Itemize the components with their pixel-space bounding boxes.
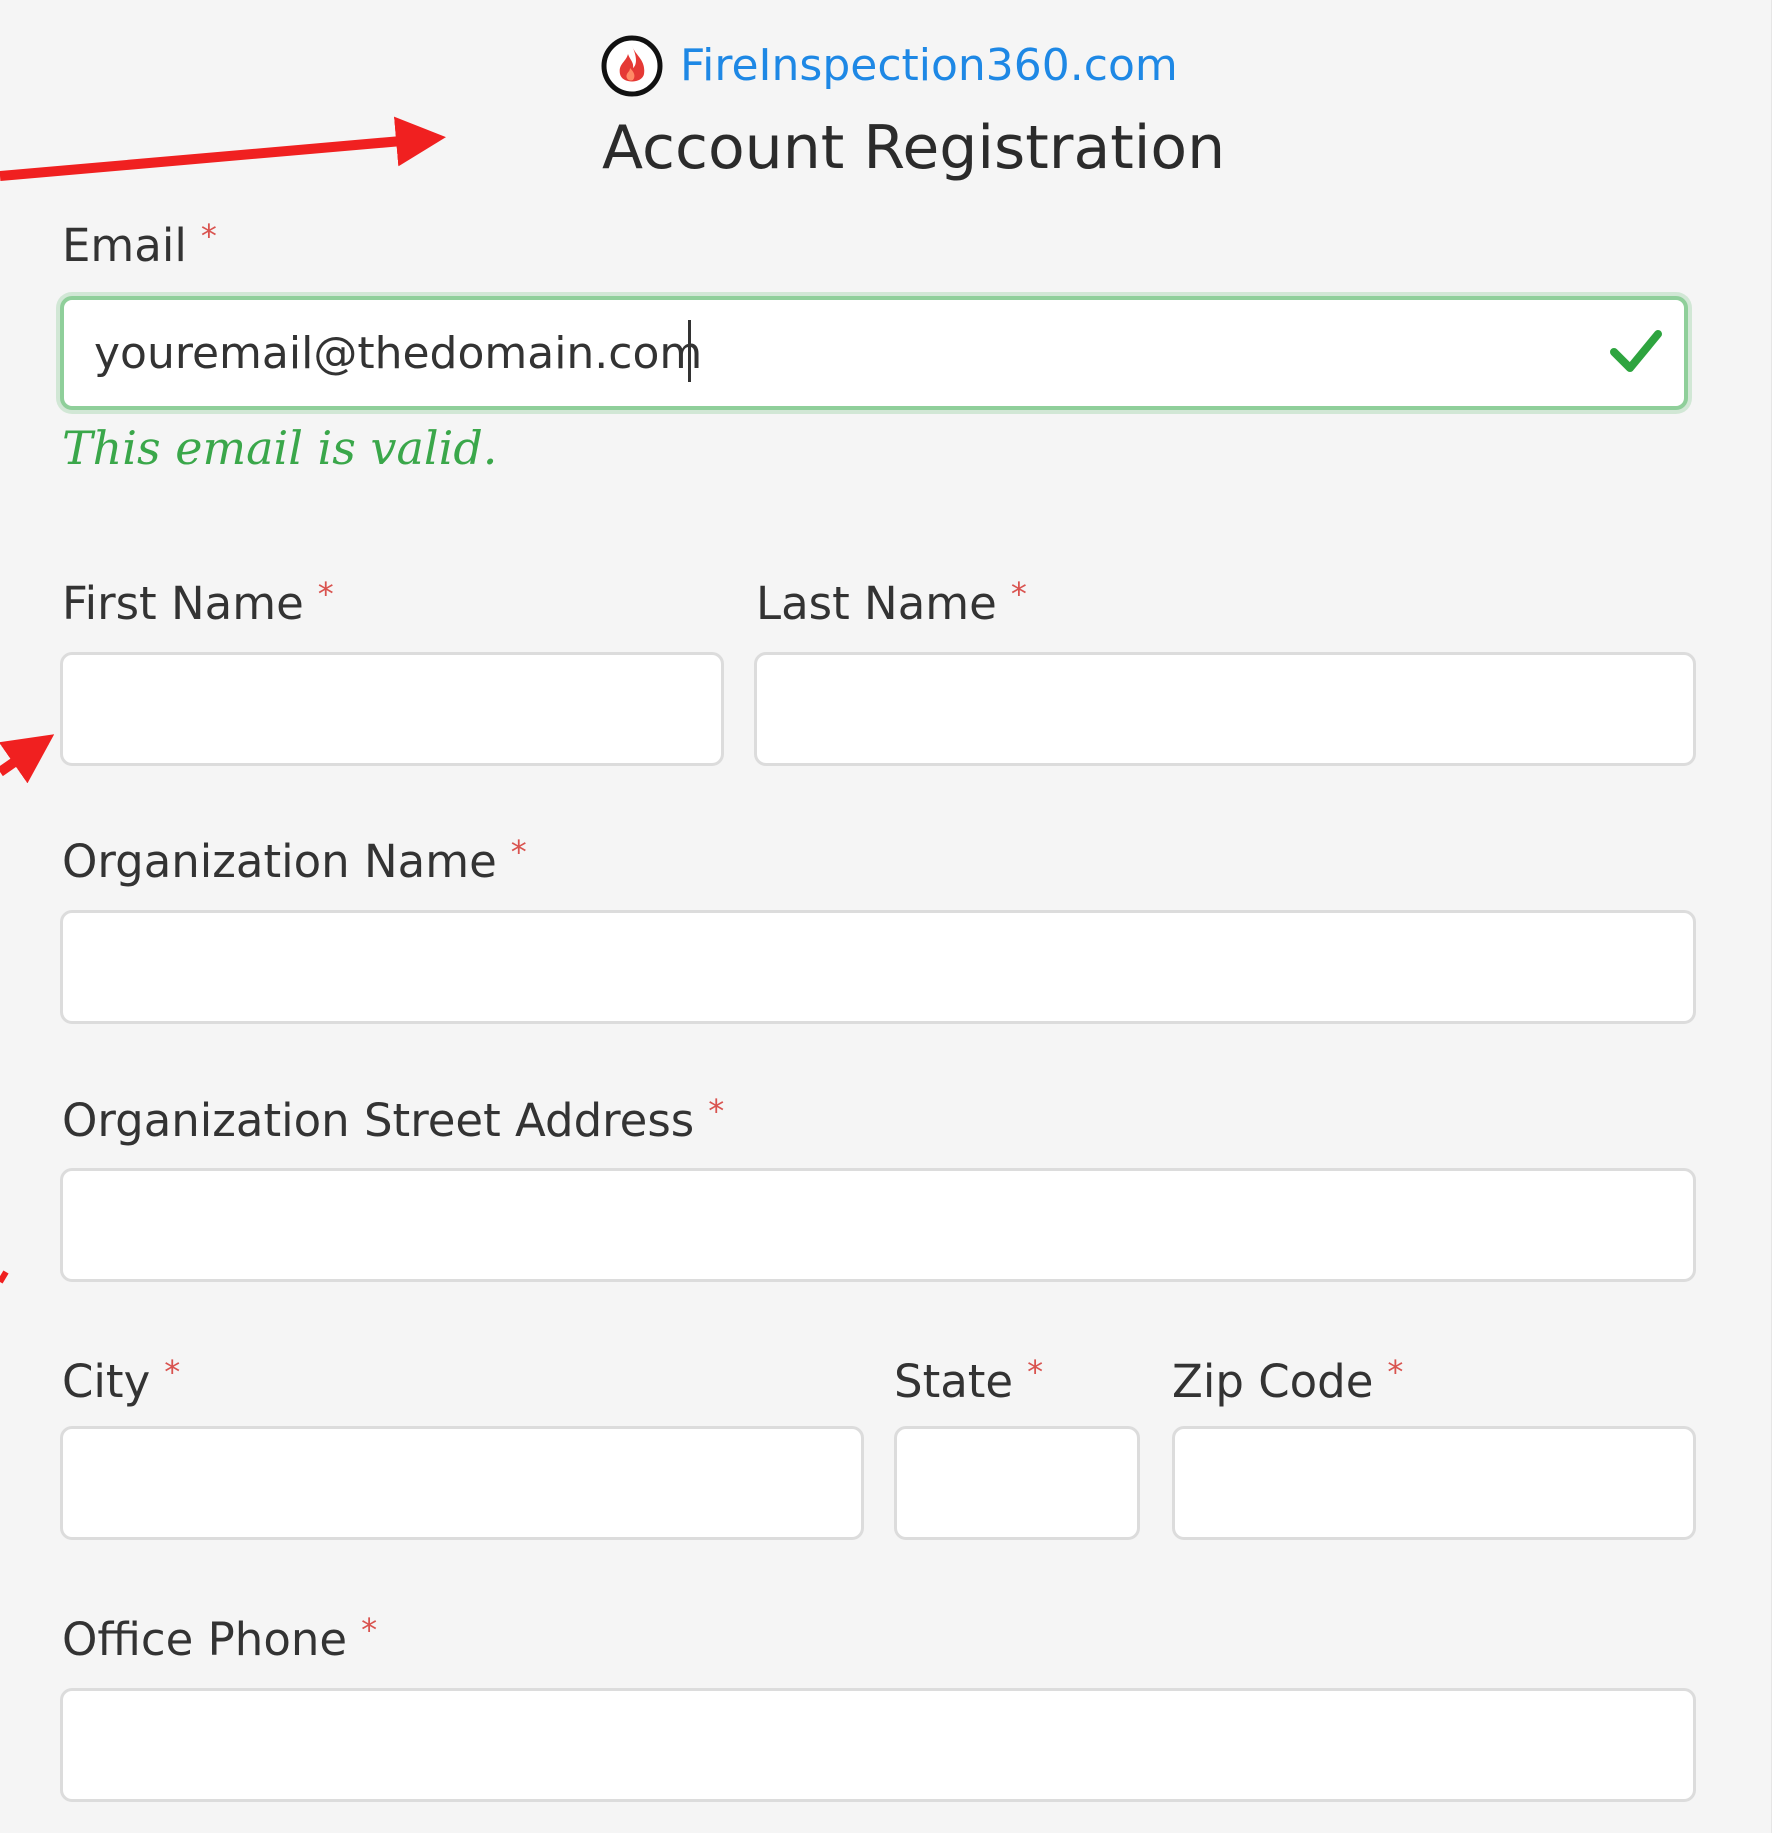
required-marker: * — [510, 833, 527, 871]
last-name-label-text: Last Name — [756, 577, 997, 630]
last-name-field[interactable] — [754, 652, 1696, 766]
zip-code-field[interactable] — [1172, 1426, 1696, 1540]
street-address-label-text: Organization Street Address — [62, 1094, 695, 1147]
office-phone-label: Office Phone * — [62, 1602, 377, 1668]
zip-code-label-text: Zip Code — [1172, 1355, 1374, 1408]
organization-name-label-text: Organization Name — [62, 835, 497, 888]
email-valid-message: This email is valid. — [62, 421, 498, 475]
city-label-text: City — [62, 1355, 151, 1408]
street-address-field[interactable] — [60, 1168, 1696, 1282]
flame-icon — [601, 35, 663, 97]
email-field[interactable] — [60, 296, 1688, 410]
text-cursor — [688, 320, 691, 382]
required-marker: * — [164, 1353, 181, 1391]
required-marker: * — [1027, 1353, 1044, 1391]
brand-name[interactable]: FireInspection360.com — [680, 34, 1178, 98]
city-label: City * — [62, 1344, 180, 1410]
city-field[interactable] — [60, 1426, 864, 1540]
checkmark-icon — [1610, 330, 1662, 372]
office-phone-field[interactable] — [60, 1688, 1696, 1802]
last-name-label: Last Name * — [756, 566, 1027, 632]
state-label-text: State — [894, 1355, 1014, 1408]
required-marker: * — [708, 1092, 725, 1130]
first-name-label-text: First Name — [62, 577, 304, 630]
street-address-label: Organization Street Address * — [62, 1083, 724, 1149]
required-marker: * — [1387, 1353, 1404, 1391]
page-title: Account Registration — [602, 113, 1226, 183]
office-phone-label-text: Office Phone — [62, 1613, 348, 1666]
brand-header[interactable]: FireInspection360.com — [600, 34, 1178, 98]
email-label-text: Email — [62, 219, 187, 272]
required-marker: * — [317, 575, 334, 613]
organization-name-field[interactable] — [60, 910, 1696, 1024]
required-marker: * — [200, 217, 217, 255]
state-label: State * — [894, 1344, 1043, 1410]
state-field[interactable] — [894, 1426, 1140, 1540]
email-label: Email * — [62, 208, 217, 274]
required-marker: * — [1010, 575, 1027, 613]
zip-code-label: Zip Code * — [1172, 1344, 1403, 1410]
first-name-label: First Name * — [62, 566, 334, 632]
organization-name-label: Organization Name * — [62, 824, 527, 890]
first-name-field[interactable] — [60, 652, 724, 766]
required-marker: * — [361, 1611, 378, 1649]
